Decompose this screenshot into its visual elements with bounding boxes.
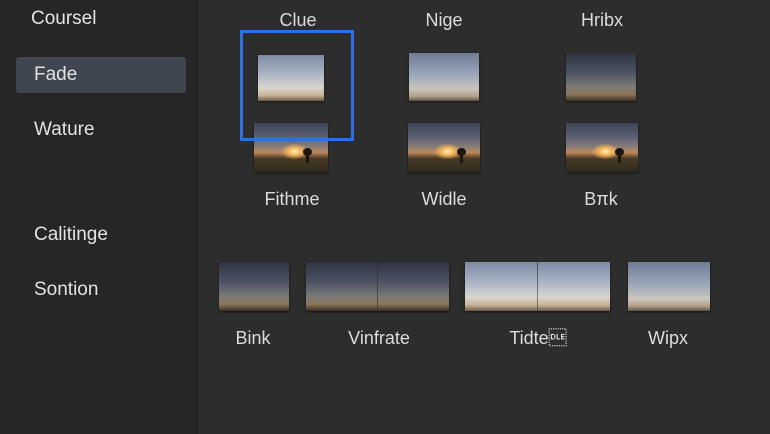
row-label-widle: Widle [421,189,467,209]
strip-label-tidte: Tidte [509,328,567,348]
strip-thumbnail-vinfrate[interactable] [306,262,449,311]
thumbnail-fithme[interactable] [254,123,328,172]
row-label-fithme: Fithme [264,189,320,209]
thumbnail-hribx[interactable] [566,53,636,101]
column-header-clue: Clue [279,10,317,30]
transition-picker-window: Coursel Fade Wature Calitinge Sontion Cl… [0,0,770,434]
sidebar-item-calitinge[interactable]: Calitinge [16,217,186,253]
strip-label-vinfrate: Vinfrate [348,328,410,348]
sidebar-item-sontion[interactable]: Sontion [16,272,186,308]
column-header-hribx: Hribx [580,10,624,30]
thumbnail-bik[interactable] [566,123,638,172]
strip-label-wipx: Wipx [648,328,688,348]
transition-gallery: Clue Nige Hribx Fithme Widle Bπk Bink Vi… [198,0,770,434]
sidebar-item-fade[interactable]: Fade [16,57,186,93]
sidebar: Coursel Fade Wature Calitinge Sontion [0,0,198,434]
thumbnail-nige[interactable] [409,53,479,101]
strip-thumbnail-tidte[interactable] [465,262,610,311]
thumbnail-widle[interactable] [408,123,480,172]
sidebar-item-wature[interactable]: Wature [16,112,186,148]
strip-thumbnail-wipx[interactable] [628,262,710,311]
strip-label-bink: Bink [235,328,271,348]
row-label-bik: Bπk [584,189,618,209]
thumbnail-clue[interactable] [258,55,324,101]
column-header-nige: Nige [425,10,463,30]
strip-thumbnail-bink[interactable] [219,262,289,311]
sidebar-heading: Coursel [31,8,97,29]
